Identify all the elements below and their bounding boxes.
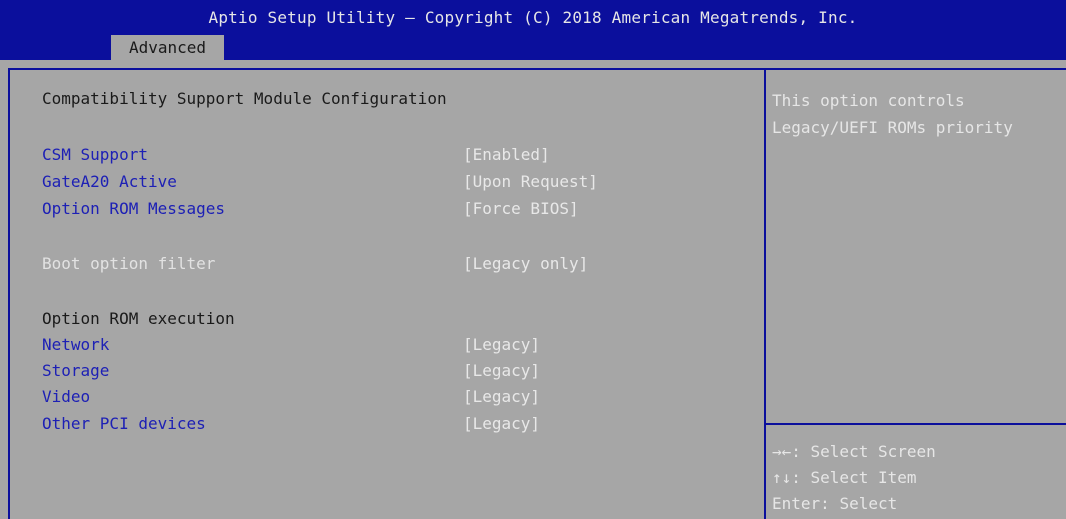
hotkey-select-item-key: ↑↓ <box>772 468 792 487</box>
rom-execution-heading: Option ROM execution <box>42 309 235 328</box>
other-pci-devices-value[interactable]: [Legacy] <box>463 414 540 433</box>
hotkey-select-item-desc: : Select Item <box>791 468 917 487</box>
hotkey-enter-desc: : Select <box>820 494 898 513</box>
option-rom-messages-value[interactable]: [Force BIOS] <box>463 199 579 218</box>
hotkey-enter-key: Enter <box>772 494 821 513</box>
storage-value[interactable]: [Legacy] <box>463 361 540 380</box>
csm-support-value[interactable]: [Enabled] <box>463 145 550 164</box>
csm-support-label[interactable]: CSM Support <box>42 145 148 164</box>
video-value[interactable]: [Legacy] <box>463 387 540 406</box>
help-line-2: Legacy/UEFI ROMs priority <box>772 118 1013 137</box>
hotkey-select-item: ↑↓: Select Item <box>772 468 917 487</box>
network-value[interactable]: [Legacy] <box>463 335 540 354</box>
hotkey-select-screen-key: →← <box>772 442 792 461</box>
tab-advanced[interactable]: Advanced <box>111 35 224 60</box>
section-title: Compatibility Support Module Configurati… <box>42 89 447 108</box>
gatea20-active-label[interactable]: GateA20 Active <box>42 172 177 191</box>
other-pci-devices-label[interactable]: Other PCI devices <box>42 414 206 433</box>
hotkey-select-screen-desc: : Select Screen <box>791 442 936 461</box>
title-bar: Aptio Setup Utility – Copyright (C) 2018… <box>0 0 1066 60</box>
option-rom-messages-label[interactable]: Option ROM Messages <box>42 199 225 218</box>
video-label[interactable]: Video <box>42 387 90 406</box>
panel-divider <box>764 68 766 519</box>
network-label[interactable]: Network <box>42 335 109 354</box>
storage-label[interactable]: Storage <box>42 361 109 380</box>
hotkey-select-screen: →←: Select Screen <box>772 442 936 461</box>
help-line-1: This option controls <box>772 91 965 110</box>
gatea20-active-value[interactable]: [Upon Request] <box>463 172 598 191</box>
app-title: Aptio Setup Utility – Copyright (C) 2018… <box>208 8 858 27</box>
boot-option-filter-value: [Legacy only] <box>463 254 589 273</box>
hotkey-enter-select: Enter: Select <box>772 494 897 513</box>
boot-option-filter-label: Boot option filter <box>42 254 216 273</box>
help-divider <box>766 423 1066 425</box>
